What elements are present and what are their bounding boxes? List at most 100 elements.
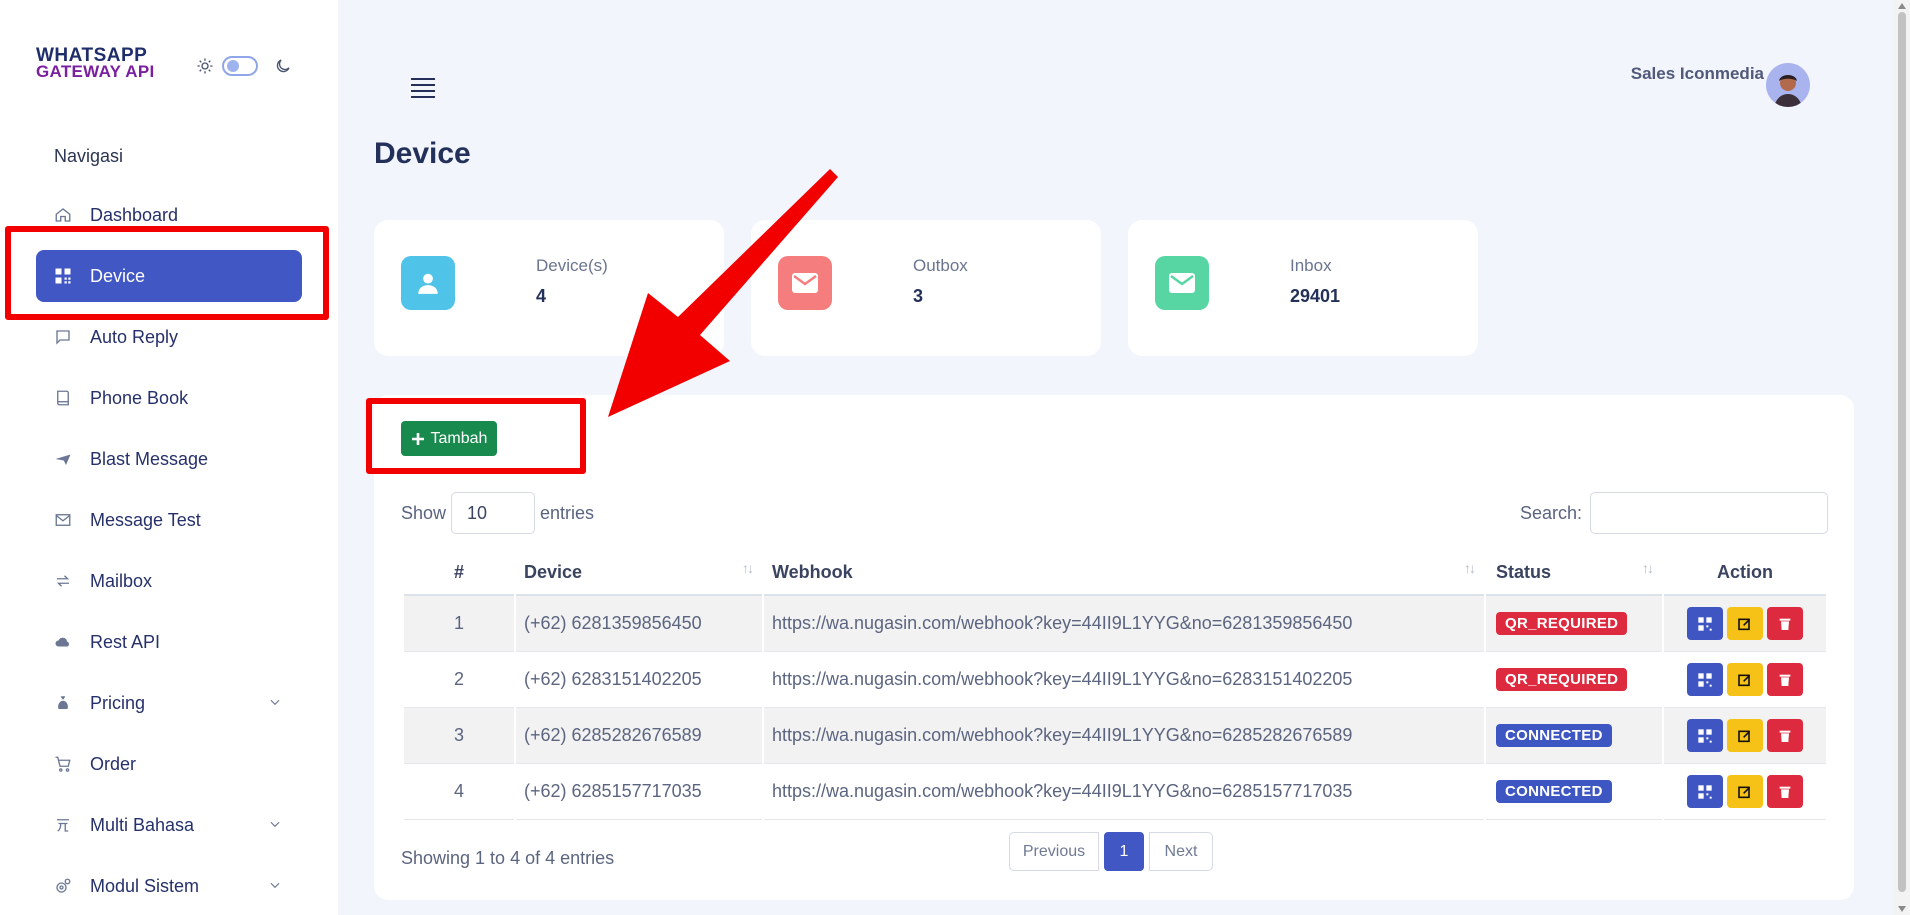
table-row: 2 (+62) 6283151402205 https://wa.nugasin… xyxy=(404,652,1826,708)
status-badge: QR_REQUIRED xyxy=(1496,612,1628,635)
scan-qr-button[interactable] xyxy=(1687,775,1723,808)
qr-icon xyxy=(1698,672,1712,687)
search-label: Search: xyxy=(1520,503,1583,523)
stat-label: Outbox xyxy=(913,256,968,275)
cell-device: (+62) 6285282676589 xyxy=(516,708,762,764)
edit-icon xyxy=(1738,786,1751,798)
sidebar-item-order[interactable]: Order xyxy=(36,738,302,790)
column-header-action: Action xyxy=(1664,550,1826,596)
swap-icon xyxy=(54,572,72,590)
chevron-down-icon xyxy=(270,882,280,889)
column-header-no[interactable]: # xyxy=(404,550,514,596)
delete-button[interactable] xyxy=(1767,663,1803,696)
scan-qr-button[interactable] xyxy=(1687,719,1723,752)
theme-switch[interactable] xyxy=(222,56,258,76)
column-header-status[interactable]: Status ↑↓ xyxy=(1486,550,1662,596)
delete-button[interactable] xyxy=(1767,775,1803,808)
delete-button[interactable] xyxy=(1767,607,1803,640)
qr-icon xyxy=(1698,728,1712,743)
sidebar-item-label: Pricing xyxy=(90,692,146,713)
cell-no: 1 xyxy=(404,596,514,652)
sidebar-item-label: Multi Bahasa xyxy=(90,814,195,835)
send-icon xyxy=(54,450,72,468)
stat-value: 3 xyxy=(913,286,924,306)
status-badge: CONNECTED xyxy=(1496,780,1612,803)
sidebar-item-label: Dashboard xyxy=(90,204,179,225)
user-icon xyxy=(401,256,455,310)
edit-icon xyxy=(1738,618,1751,630)
sidebar-item-label: Order xyxy=(90,753,137,774)
cart-icon xyxy=(54,755,72,773)
chevron-down-icon xyxy=(270,699,280,706)
sidebar-item-label: Phone Book xyxy=(90,387,189,408)
stat-label: Inbox xyxy=(1290,256,1332,275)
sidebar-item-phone-book[interactable]: Phone Book xyxy=(36,372,302,424)
sidebar: WHATSAPP GATEWAY API Navigasi Dashboard … xyxy=(0,0,338,915)
entries-select[interactable]: 10 xyxy=(451,492,535,534)
user-avatar[interactable] xyxy=(1766,63,1810,107)
stat-card-inbox: Inbox 29401 xyxy=(1128,220,1478,356)
sidebar-item-pricing[interactable]: Pricing xyxy=(36,677,302,729)
device-table: # Device ↑↓ Webhook ↑↓ Status ↑↓ Action 1 (… xyxy=(402,550,1828,820)
cell-webhook: https://wa.nugasin.com/webhook?key=44II9… xyxy=(764,596,1484,652)
search-input[interactable] xyxy=(1590,492,1828,534)
cell-device: (+62) 6283151402205 xyxy=(516,652,762,708)
theme-toggle[interactable] xyxy=(196,54,296,78)
qr-icon xyxy=(1698,616,1712,631)
app-logo[interactable]: WHATSAPP GATEWAY API xyxy=(36,46,196,84)
nav-title: Navigasi xyxy=(54,146,124,166)
sidebar-item-label: Modul Sistem xyxy=(90,875,200,896)
sidebar-item-multi-bahasa[interactable]: Multi Bahasa xyxy=(36,799,302,851)
trash-icon xyxy=(1779,786,1791,798)
sidebar-item-label: Mailbox xyxy=(90,570,153,591)
status-badge: QR_REQUIRED xyxy=(1496,668,1628,691)
sort-icon: ↑↓ xyxy=(742,560,754,576)
sort-icon: ↑↓ xyxy=(1642,560,1654,576)
settings-icon xyxy=(54,877,72,895)
envelope-icon xyxy=(1155,256,1209,310)
edit-button[interactable] xyxy=(1727,719,1763,752)
sidebar-item-modul-sistem[interactable]: Modul Sistem xyxy=(36,860,302,912)
sort-icon: ↑↓ xyxy=(1464,560,1476,576)
edit-button[interactable] xyxy=(1727,663,1763,696)
home-icon xyxy=(54,206,72,224)
pagination-page-1[interactable]: 1 xyxy=(1104,832,1144,871)
annotation-highlight-add xyxy=(366,398,586,474)
cell-no: 3 xyxy=(404,708,514,764)
user-name[interactable]: Sales Iconmedia xyxy=(1594,64,1764,84)
pagination-next[interactable]: Next xyxy=(1149,832,1213,871)
cell-no: 2 xyxy=(404,652,514,708)
qr-icon xyxy=(1698,784,1712,799)
sidebar-item-label: Message Test xyxy=(90,509,201,530)
column-header-device[interactable]: Device ↑↓ xyxy=(516,550,762,596)
cell-device: (+62) 6281359856450 xyxy=(516,596,762,652)
sidebar-item-rest-api[interactable]: Rest API xyxy=(36,616,302,668)
trash-icon xyxy=(1779,674,1791,686)
page-scrollbar[interactable] xyxy=(1894,0,1910,915)
edit-button[interactable] xyxy=(1727,607,1763,640)
edit-button[interactable] xyxy=(1727,775,1763,808)
edit-icon xyxy=(1738,730,1751,742)
pagination: Previous 1 Next xyxy=(1009,832,1213,871)
column-header-webhook[interactable]: Webhook ↑↓ xyxy=(764,550,1484,596)
hamburger-menu-icon[interactable] xyxy=(410,76,436,100)
scan-qr-button[interactable] xyxy=(1687,607,1723,640)
stat-label: Device(s) xyxy=(536,256,608,275)
cell-webhook: https://wa.nugasin.com/webhook?key=44II9… xyxy=(764,708,1484,764)
chat-icon xyxy=(54,328,72,346)
sidebar-item-message-test[interactable]: Message Test xyxy=(36,494,302,546)
scan-qr-button[interactable] xyxy=(1687,663,1723,696)
moon-icon xyxy=(276,59,290,73)
logo-line2: GATEWAY API xyxy=(36,62,155,81)
chevron-down-icon xyxy=(270,821,280,828)
cloud-icon xyxy=(54,633,72,651)
book-icon xyxy=(54,389,72,407)
sidebar-item-mailbox[interactable]: Mailbox xyxy=(36,555,302,607)
sidebar-item-blast-message[interactable]: Blast Message xyxy=(36,433,302,485)
delete-button[interactable] xyxy=(1767,719,1803,752)
show-label: Show xyxy=(401,503,447,523)
trash-icon xyxy=(1779,618,1791,630)
pagination-previous[interactable]: Previous xyxy=(1009,832,1099,871)
stat-value: 4 xyxy=(536,286,547,306)
page-title: Device xyxy=(374,137,471,170)
